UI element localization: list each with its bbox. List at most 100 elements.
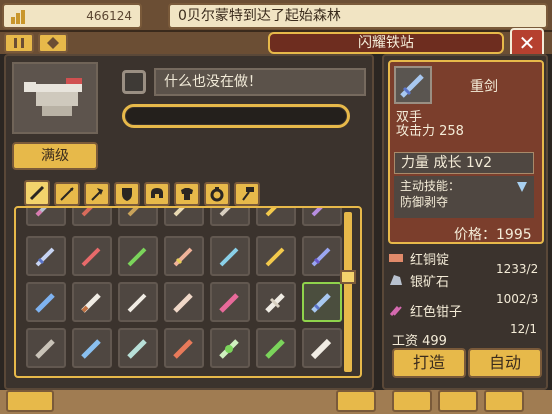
craft-progress-track — [126, 108, 346, 124]
tab-ring[interactable] — [204, 182, 230, 206]
dagger-icon — [35, 208, 47, 217]
map-tab-button[interactable] — [38, 33, 68, 53]
tab-armor[interactable] — [174, 182, 200, 206]
forge-button[interactable]: 打造 — [392, 348, 466, 378]
weapon-slot[interactable] — [72, 236, 112, 276]
anvil-portrait — [12, 62, 98, 134]
material-count: 1002/3 — [496, 292, 539, 306]
weapon-slot-selected[interactable] — [302, 282, 342, 322]
tab-helmet[interactable] — [144, 182, 170, 206]
weapon-slot[interactable] — [164, 328, 204, 368]
item-name: 重剑 — [470, 79, 498, 95]
sword-icon — [219, 208, 231, 217]
skill-info-icon[interactable] — [514, 180, 530, 196]
max-level-button[interactable]: 满级 — [12, 142, 98, 170]
sword-icon — [173, 293, 193, 313]
weapon-slot[interactable] — [256, 328, 296, 368]
sword-icon — [310, 338, 332, 360]
wage: 工资 499 — [392, 334, 447, 349]
sword-icon — [311, 208, 323, 217]
weapon-slot[interactable] — [210, 208, 250, 226]
scrollbar-thumb[interactable] — [340, 270, 356, 284]
weapon-slot[interactable] — [256, 282, 296, 322]
weapon-slot[interactable] — [26, 328, 66, 368]
bottom-bag-button[interactable] — [438, 390, 478, 412]
weapon-slot[interactable] — [72, 208, 112, 226]
news-ticker: 0贝尔蒙特到达了起始森林 — [168, 3, 548, 29]
weapon-slot[interactable] — [302, 208, 342, 226]
material-name: 红铜锭 — [410, 252, 450, 268]
grid-scrollbar[interactable] — [344, 212, 352, 372]
sword-icon — [265, 208, 277, 217]
red-pliers-icon — [389, 306, 402, 316]
weapon-slot[interactable] — [210, 282, 250, 322]
weapon-slot[interactable] — [302, 236, 342, 276]
bottom-diamond-button[interactable] — [6, 390, 54, 412]
auto-button[interactable]: 自动 — [468, 348, 542, 378]
weapon-slot[interactable] — [164, 236, 204, 276]
gold-amount: 466124 — [86, 9, 132, 23]
weapon-slot[interactable] — [164, 208, 204, 226]
weapon-slot[interactable] — [26, 236, 66, 276]
weapon-slot[interactable] — [26, 282, 66, 322]
selected-weapon-icon — [394, 66, 432, 104]
bottom-gear-button[interactable] — [336, 390, 376, 412]
armor-icon — [181, 188, 193, 200]
material-name: 银矿石 — [410, 274, 450, 290]
skill-label: 主动技能： — [400, 179, 461, 193]
spear-icon — [60, 187, 74, 201]
tab-spear[interactable] — [54, 182, 80, 206]
pause-icon — [14, 38, 24, 48]
bottom-house-button[interactable] — [392, 390, 432, 412]
tab-shield[interactable] — [114, 182, 140, 206]
gold-stack-icon — [10, 9, 26, 25]
weapon-slot[interactable] — [210, 236, 250, 276]
sword-icon — [311, 247, 331, 267]
sword-icon — [219, 293, 239, 313]
weapon-slot[interactable] — [164, 282, 204, 322]
sword-icon — [81, 339, 101, 359]
item-price: 价格：1995 — [454, 227, 532, 243]
weapon-slot[interactable] — [256, 236, 296, 276]
idle-checkbox[interactable] — [122, 70, 146, 94]
sword-icon — [35, 247, 55, 267]
weapon-slot[interactable] — [210, 328, 250, 368]
sword-icon — [29, 185, 45, 201]
sword-icon — [265, 339, 285, 359]
weapon-slot[interactable] — [118, 208, 158, 226]
weapon-slot[interactable] — [302, 328, 342, 368]
tab-sword[interactable] — [24, 180, 50, 206]
sword-icon — [127, 247, 147, 267]
pause-tab-button[interactable] — [4, 33, 34, 53]
diamond-icon — [47, 37, 59, 49]
sword-icon — [35, 293, 55, 313]
weapon-slot[interactable] — [72, 282, 112, 322]
sword-icon — [173, 247, 193, 267]
sword-icon — [81, 208, 93, 217]
weapon-slot[interactable] — [118, 328, 158, 368]
gold-display: 466124 — [2, 3, 142, 29]
hammer-icon — [242, 187, 254, 201]
bottom-shop-button[interactable] — [484, 390, 524, 412]
stat-growth: 力量 成长 1v2 — [394, 152, 534, 174]
greatsword-icon — [311, 293, 331, 313]
weapon-slot[interactable] — [72, 328, 112, 368]
weapon-slot[interactable] — [26, 208, 66, 226]
window-title: 闪耀铁站 — [268, 32, 504, 54]
weapon-grid — [14, 206, 362, 378]
sword-icon — [219, 339, 239, 359]
skill-box: 主动技能： 防御剥夺 — [394, 176, 534, 218]
weapon-slot[interactable] — [118, 282, 158, 322]
anvil-icon — [24, 78, 82, 116]
attack-power: 攻击力 258 — [396, 124, 464, 139]
tab-hammer[interactable] — [234, 182, 260, 206]
sword-icon — [127, 339, 147, 359]
sword-icon — [219, 247, 239, 267]
tab-axe[interactable] — [84, 182, 110, 206]
weapon-slot[interactable] — [118, 236, 158, 276]
status-field: 什么也没在做！ — [154, 68, 366, 96]
material-count: 1233/2 — [496, 262, 539, 276]
helmet-icon — [151, 188, 163, 198]
skill-name: 防御剥夺 — [400, 195, 449, 209]
weapon-slot[interactable] — [256, 208, 296, 226]
